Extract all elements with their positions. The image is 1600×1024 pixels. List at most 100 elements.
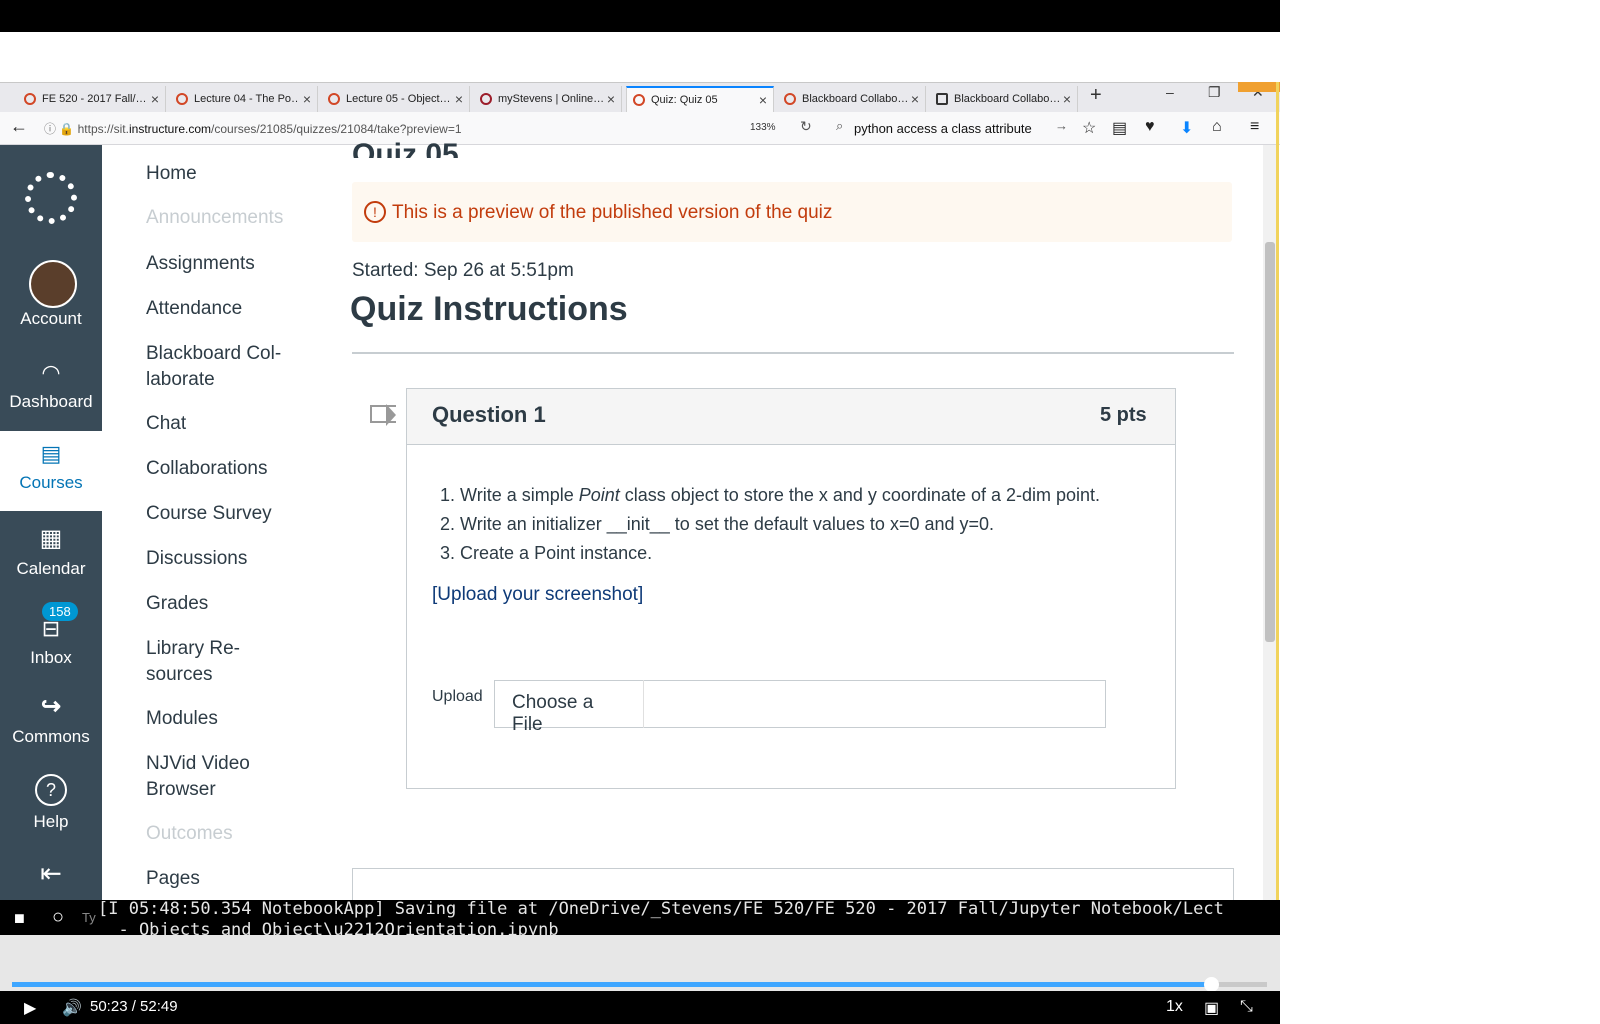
console-line: [I 05:48:50.354 NotebookApp] Saving file… [98, 899, 1224, 919]
question-line: 3. Create a Point instance. [440, 543, 653, 563]
browser-tab[interactable]: Lecture 04 - The Po… × [170, 86, 318, 112]
bookmark-star-icon[interactable]: ☆ [1082, 118, 1096, 138]
collapse-nav-icon[interactable]: ⇤ [0, 858, 102, 889]
course-nav-label: Library Re- [146, 638, 240, 659]
blackboard-favicon-icon [936, 93, 948, 105]
course-nav-home[interactable]: Home [146, 161, 197, 187]
canvas-favicon-icon [176, 93, 188, 105]
choose-file-button[interactable]: Choose a File [494, 680, 644, 735]
upload-screenshot-link[interactable]: [Upload your screenshot] [432, 584, 643, 606]
reader-list-icon[interactable]: ▤ [1112, 118, 1127, 138]
calendar-icon: ▦ [39, 525, 63, 552]
browser-tab[interactable]: Blackboard Collabo… × [930, 86, 1078, 112]
question-line: 1. Write a simple Point class object to … [440, 485, 1101, 505]
course-nav-label: Blackboard Col- [146, 343, 282, 364]
playback-speed[interactable]: 1x [1166, 998, 1183, 1016]
reload-icon[interactable]: ↻ [800, 118, 812, 135]
question-points: 5 pts [1100, 404, 1147, 426]
browser-tab-active[interactable]: Quiz: Quiz 05 × [626, 86, 774, 112]
course-nav-chat[interactable]: Chat [146, 411, 186, 437]
question-title: Question 1 [432, 402, 546, 427]
download-icon[interactable]: ⬇ [1180, 118, 1193, 138]
close-tab-icon[interactable]: × [911, 91, 919, 107]
zoom-level[interactable]: 133% [750, 122, 776, 133]
global-nav-courses[interactable]: ▤ Courses [0, 431, 102, 511]
course-nav-pages[interactable]: Pages [146, 866, 200, 892]
page-title: Quiz Instructions [350, 290, 628, 328]
dashboard-gauge-icon: ◠ [41, 360, 61, 385]
courses-book-icon: ▤ [40, 441, 62, 466]
volume-icon[interactable]: 🔊 [62, 998, 82, 1018]
mystevens-favicon-icon [480, 93, 492, 105]
search-icon: ⌕ [836, 118, 844, 133]
course-nav-library-resources[interactable]: Library Re-sources [146, 636, 240, 688]
course-nav-label: sources [146, 664, 213, 685]
question-line: 2. Write an initializer __init__ to set … [440, 514, 995, 534]
course-nav-label: Browser [146, 779, 216, 800]
course-nav-discussions[interactable]: Discussions [146, 546, 247, 572]
close-tab-icon[interactable]: × [759, 92, 767, 108]
upload-label: Upload [432, 688, 483, 705]
canvas-logo-icon[interactable] [25, 172, 77, 224]
video-progress-fill [12, 982, 1211, 987]
commons-share-icon: ↪ [40, 693, 62, 720]
course-nav-label: NJVid Video [146, 753, 250, 774]
back-arrow-icon[interactable]: ← [10, 116, 28, 137]
right-blank-area [1280, 0, 1600, 1024]
canvas-favicon-icon [328, 93, 340, 105]
canvas-favicon-icon [633, 94, 645, 106]
profile-icon[interactable]: ▣ [1204, 998, 1219, 1018]
close-tab-icon[interactable]: × [303, 91, 311, 107]
search-go-icon[interactable]: → [1055, 118, 1068, 133]
course-nav-course-survey[interactable]: Course Survey [146, 501, 272, 527]
close-tab-icon[interactable]: × [151, 91, 159, 107]
windows-start-icon[interactable]: ■ [14, 908, 25, 929]
browser-tab[interactable]: Lecture 05 - Object… × [322, 86, 470, 112]
close-tab-icon[interactable]: × [1063, 91, 1071, 107]
course-nav-grades[interactable]: Grades [146, 591, 208, 617]
scrollbar-thumb[interactable] [1265, 242, 1275, 642]
minimize-icon[interactable]: – [1166, 84, 1174, 100]
info-lock-icon: ⓘ 🔒 [44, 122, 78, 136]
course-nav-njvid[interactable]: NJVid Video Browser [146, 751, 250, 803]
video-progress-knob[interactable] [1203, 977, 1219, 992]
restore-icon[interactable]: ❐ [1208, 84, 1221, 101]
video-top-bar [0, 0, 1280, 32]
close-tab-icon[interactable]: × [455, 91, 463, 107]
browser-tab-strip: FE 520 - 2017 Fall/… × Lecture 04 - The P… [0, 82, 1280, 113]
canvas-favicon-icon [24, 93, 36, 105]
course-nav-blackboard[interactable]: Blackboard Col-laborate [146, 341, 281, 393]
global-nav-account[interactable]: Account [0, 309, 102, 329]
course-nav-assignments[interactable]: Assignments [146, 251, 255, 277]
close-tab-icon[interactable]: × [607, 91, 615, 107]
video-controls [0, 991, 1280, 1024]
play-icon[interactable]: ▶ [24, 998, 36, 1018]
course-nav-modules[interactable]: Modules [146, 706, 218, 732]
search-input[interactable]: python access a class attribute [854, 121, 1032, 136]
canvas-favicon-icon [784, 93, 796, 105]
global-nav-inbox[interactable]: ⊟ Inbox [0, 616, 102, 668]
global-nav-dashboard[interactable]: ◠ Dashboard [0, 360, 102, 412]
global-nav-commons[interactable]: ↪ Commons [0, 692, 102, 747]
global-nav-help[interactable]: ? Help [0, 774, 102, 832]
home-icon[interactable]: ⌂ [1212, 118, 1222, 136]
course-nav-collaborations[interactable]: Collaborations [146, 456, 267, 482]
pocket-icon[interactable]: ♥ [1145, 118, 1155, 136]
cortana-circle-icon[interactable]: ○ [52, 906, 64, 929]
course-nav-outcomes: Outcomes [146, 823, 233, 844]
taskbar-search-hint[interactable]: Ty [82, 910, 96, 925]
browser-tab[interactable]: myStevens | Online… × [474, 86, 622, 112]
course-nav-label: laborate [146, 369, 215, 390]
exit-fullscreen-icon[interactable]: ⤡ [1240, 998, 1253, 1016]
inbox-count-badge: 158 [42, 602, 78, 621]
global-nav-calendar[interactable]: ▦ Calendar [0, 524, 102, 579]
video-top-margin [0, 32, 1280, 82]
started-time: Started: Sep 26 at 5:51pm [352, 260, 574, 281]
avatar[interactable] [29, 260, 77, 308]
browser-tab[interactable]: FE 520 - 2017 Fall/… × [18, 86, 166, 112]
course-nav-attendance[interactable]: Attendance [146, 296, 242, 322]
help-question-icon: ? [35, 774, 67, 806]
browser-tab[interactable]: Blackboard Collabo… × [778, 86, 926, 112]
menu-icon[interactable]: ≡ [1250, 118, 1259, 136]
new-tab-icon[interactable]: + [1090, 84, 1102, 107]
